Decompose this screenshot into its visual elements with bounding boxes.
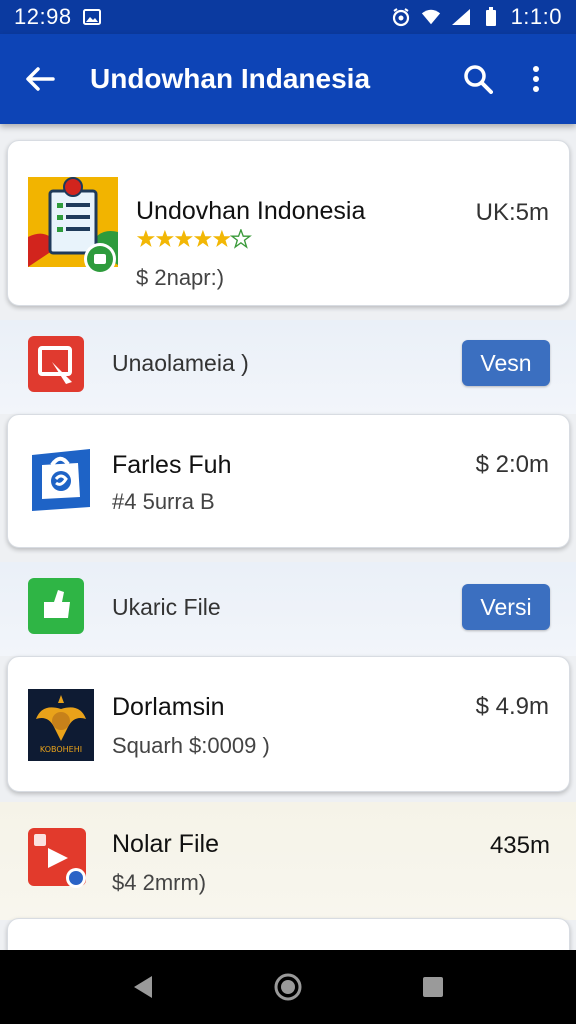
app-green-icon bbox=[28, 578, 84, 634]
nav-back-icon[interactable] bbox=[119, 963, 167, 1011]
app-emblem-icon: KOBOHEHI bbox=[28, 689, 94, 761]
rating-stars bbox=[136, 229, 256, 251]
back-arrow-icon[interactable] bbox=[18, 57, 62, 101]
more-vert-icon[interactable] bbox=[514, 57, 558, 101]
app-meta: $ 4.9m bbox=[475, 693, 549, 720]
list-row-unaolameia[interactable]: Unaolameia ) Vesn bbox=[0, 320, 576, 414]
version-button[interactable]: Versi bbox=[462, 584, 550, 630]
system-nav-bar bbox=[0, 950, 576, 1024]
app-list: Undovhan Indonesia $ 2napr:) UK:5m Unaol… bbox=[0, 124, 576, 950]
row-label: Unaolameia ) bbox=[112, 350, 249, 376]
app-name: Nolar File bbox=[112, 830, 219, 858]
app-play-icon bbox=[28, 828, 88, 888]
app-name: Undovhan Indonesia bbox=[136, 197, 366, 225]
app-subtitle: $4 2mrm) bbox=[112, 870, 207, 895]
status-bar: 12:98 1:1:0 bbox=[0, 0, 576, 34]
nav-recents-icon[interactable] bbox=[409, 963, 457, 1011]
status-clock-right: 1:1:0 bbox=[510, 4, 562, 29]
signal-icon bbox=[451, 7, 471, 27]
app-subtitle: Squarh $:0009 ) bbox=[112, 733, 270, 758]
app-document-icon bbox=[28, 177, 120, 277]
page-title: Undowhan Indanesia bbox=[90, 63, 371, 94]
list-item-nolar[interactable]: Nolar File $4 2mrm) 435m bbox=[0, 802, 576, 920]
list-item-dorlamsin[interactable]: KOBOHEHI Dorlamsin Squarh $:0009 ) $ 4.9… bbox=[7, 656, 570, 792]
app-meta: $ 2:0m bbox=[475, 451, 549, 478]
app-name: Dorlamsin bbox=[112, 693, 225, 721]
app-red-square-icon bbox=[28, 336, 84, 392]
status-time: 12:98 bbox=[14, 4, 72, 29]
list-item-undovhan[interactable]: Undovhan Indonesia $ 2napr:) UK:5m bbox=[7, 140, 570, 306]
list-item-farles[interactable]: Farles Fuh #4 5urra B $ 2:0m bbox=[7, 414, 570, 548]
row-label: Ukaric File bbox=[112, 594, 221, 620]
wifi-icon bbox=[421, 7, 441, 27]
list-row-ukaric[interactable]: Ukaric File Versi bbox=[0, 562, 576, 656]
app-subtitle: $ 2napr:) bbox=[136, 265, 225, 290]
app-toolbar: Undowhan Indanesia bbox=[0, 34, 576, 124]
battery-icon bbox=[481, 7, 501, 27]
nav-home-icon[interactable] bbox=[264, 963, 312, 1011]
search-icon[interactable] bbox=[456, 57, 500, 101]
version-button[interactable]: Vesn bbox=[462, 340, 550, 386]
emblem-caption: KOBOHEHI bbox=[39, 745, 83, 754]
star-rating-icon bbox=[136, 229, 252, 249]
app-name: Farles Fuh bbox=[112, 451, 232, 479]
app-subtitle: #4 5urra B bbox=[112, 489, 215, 514]
list-item-partial[interactable] bbox=[7, 918, 570, 950]
app-blue-bag-icon bbox=[28, 447, 94, 513]
app-meta: 435m bbox=[489, 832, 550, 859]
app-meta: UK:5m bbox=[475, 199, 549, 226]
image-icon bbox=[82, 7, 102, 27]
alarm-icon bbox=[391, 7, 411, 27]
